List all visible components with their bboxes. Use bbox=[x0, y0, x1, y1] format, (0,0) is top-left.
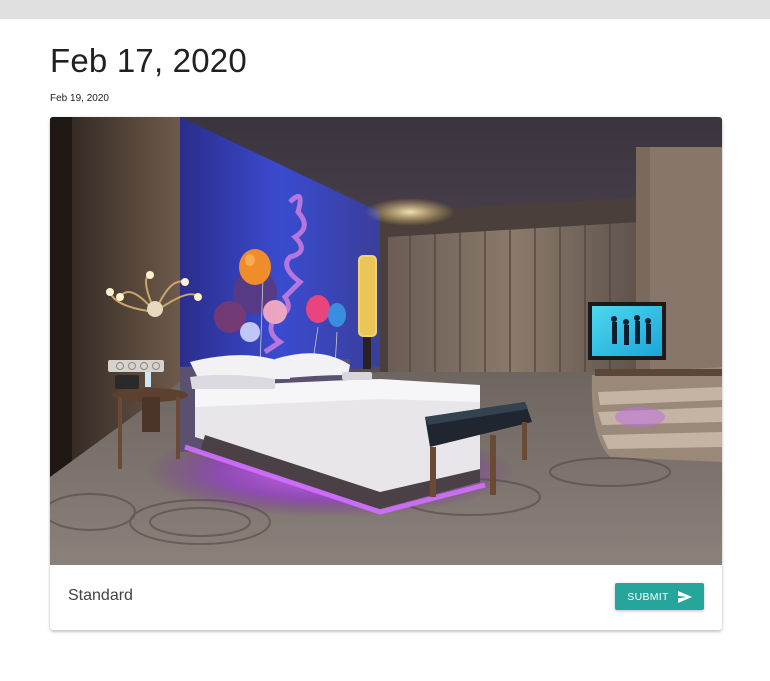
room-type-label: Standard bbox=[68, 587, 133, 604]
submit-button[interactable]: SUBMIT bbox=[615, 583, 704, 610]
page-subdate: Feb 19, 2020 bbox=[50, 93, 109, 104]
card-footer: Standard SUBMIT bbox=[50, 565, 722, 630]
room-card: Standard SUBMIT bbox=[50, 117, 722, 630]
main-content: Feb 17, 2020 Feb 19, 2020 Standard SUBMI… bbox=[50, 19, 722, 630]
submit-button-label: SUBMIT bbox=[627, 590, 669, 603]
send-icon bbox=[677, 590, 692, 603]
top-bar bbox=[0, 0, 770, 19]
page-title: Feb 17, 2020 bbox=[50, 42, 247, 79]
hotel-room-image bbox=[50, 117, 722, 565]
